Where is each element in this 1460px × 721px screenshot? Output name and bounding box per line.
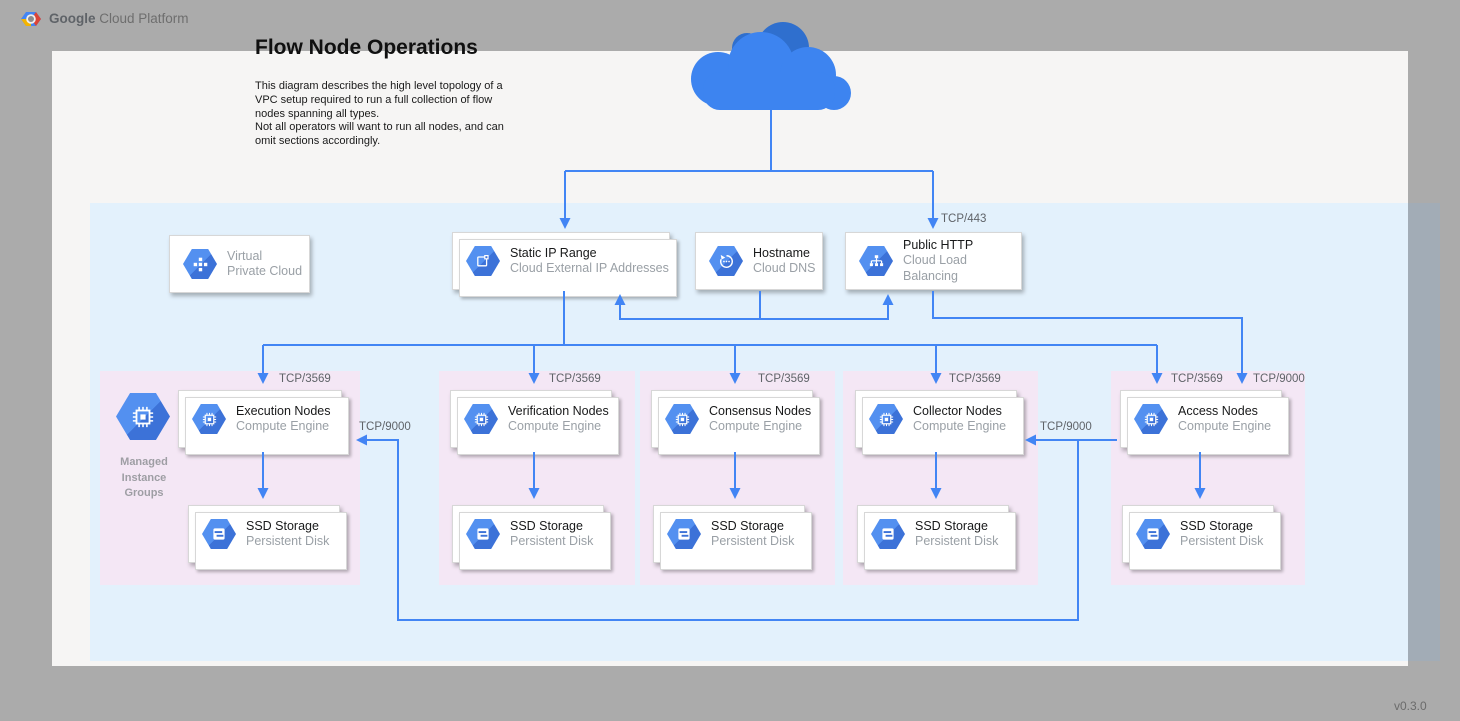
consensus-nodes-title: Consensus Nodes (709, 404, 811, 420)
access-nodes-title: Access Nodes (1178, 404, 1271, 420)
port-label-execution-3569: TCP/3569 (279, 373, 331, 385)
collector-ssd-card: SSD Storage Persistent Disk (857, 505, 1009, 563)
consensus-nodes-group: Consensus Nodes Compute Engine SSD Stora… (640, 371, 835, 585)
consensus-ssd-subtitle: Persistent Disk (711, 534, 794, 550)
access-nodes-subtitle: Compute Engine (1178, 419, 1271, 435)
verification-ssd-title: SSD Storage (510, 519, 593, 535)
vpc-icon (183, 249, 217, 279)
collector-nodes-group: Collector Nodes Compute Engine SSD Stora… (843, 371, 1038, 585)
hostname-subtitle: Cloud DNS (753, 261, 816, 277)
collector-nodes-title: Collector Nodes (913, 404, 1006, 420)
consensus-nodes-card: Consensus Nodes Compute Engine (651, 390, 813, 448)
consensus-nodes-subtitle: Compute Engine (709, 419, 811, 435)
verification-nodes-subtitle: Compute Engine (508, 419, 609, 435)
static-ip-title: Static IP Range (510, 246, 669, 262)
consensus-ssd-card: SSD Storage Persistent Disk (653, 505, 805, 563)
load-balancing-icon (859, 246, 893, 276)
public-http-subtitle: Cloud Load Balancing (903, 253, 1021, 284)
execution-ssd-card: SSD Storage Persistent Disk (188, 505, 340, 563)
vpc-card-label: Virtual Private Cloud (227, 249, 302, 280)
collector-ssd-title: SSD Storage (915, 519, 998, 535)
port-label-collector-3569: TCP/3569 (949, 373, 1001, 385)
hostname-card: Hostname Cloud DNS (695, 232, 823, 290)
page-title: Flow Node Operations (255, 36, 478, 60)
port-label-consensus-3569: TCP/3569 (758, 373, 810, 385)
port-label-verification-3569: TCP/3569 (549, 373, 601, 385)
execution-nodes-group: Managed Instance Groups Execution Nodes … (100, 371, 360, 585)
port-label-tcp443: TCP/443 (941, 213, 986, 225)
vpc-panel-overflow-strip (1408, 203, 1440, 661)
execution-ssd-title: SSD Storage (246, 519, 329, 535)
port-label-execution-link-9000: TCP/9000 (359, 421, 411, 433)
persistent-disk-icon (667, 519, 701, 549)
access-ssd-subtitle: Persistent Disk (1180, 534, 1263, 550)
gcp-logo-icon (21, 9, 41, 29)
persistent-disk-icon (1136, 519, 1170, 549)
persistent-disk-icon (202, 519, 236, 549)
execution-nodes-title: Execution Nodes (236, 404, 331, 420)
access-nodes-group: Access Nodes Compute Engine SSD Storage … (1111, 371, 1305, 585)
public-http-card: Public HTTP Cloud Load Balancing (845, 232, 1022, 290)
logo-word-cloud-platform: Cloud Platform (99, 11, 188, 26)
port-label-access-3569: TCP/3569 (1171, 373, 1223, 385)
port-label-collector-link-9000: TCP/9000 (1040, 421, 1092, 433)
collector-nodes-card: Collector Nodes Compute Engine (855, 390, 1017, 448)
static-ip-subtitle: Cloud External IP Addresses (510, 261, 669, 277)
external-ip-icon (466, 246, 500, 276)
static-ip-range-card: Static IP Range Cloud External IP Addres… (452, 232, 670, 290)
port-label-access-9000: TCP/9000 (1253, 373, 1305, 385)
collector-nodes-subtitle: Compute Engine (913, 419, 1006, 435)
diagram-page: { "header": { "logo_primary": "Google", … (0, 0, 1460, 721)
execution-nodes-subtitle: Compute Engine (236, 419, 331, 435)
compute-engine-icon (1134, 404, 1168, 434)
managed-instance-groups-label: Managed Instance Groups (100, 455, 188, 502)
verification-ssd-card: SSD Storage Persistent Disk (452, 505, 604, 563)
managed-instance-group-icon (116, 393, 170, 440)
verification-nodes-group: Verification Nodes Compute Engine SSD St… (439, 371, 635, 585)
version-label: v0.3.0 (1394, 699, 1427, 713)
verification-nodes-title: Verification Nodes (508, 404, 609, 420)
compute-engine-icon (464, 404, 498, 434)
verification-nodes-card: Verification Nodes Compute Engine (450, 390, 612, 448)
logo-word-google: Google (49, 11, 96, 26)
access-ssd-title: SSD Storage (1180, 519, 1263, 535)
hostname-title: Hostname (753, 246, 816, 262)
access-nodes-card: Access Nodes Compute Engine (1120, 390, 1282, 448)
execution-ssd-subtitle: Persistent Disk (246, 534, 329, 550)
persistent-disk-icon (466, 519, 500, 549)
cloud-dns-icon (709, 246, 743, 276)
persistent-disk-icon (871, 519, 905, 549)
cloud-icon (681, 20, 861, 112)
compute-engine-icon (192, 404, 226, 434)
consensus-ssd-title: SSD Storage (711, 519, 794, 535)
public-http-title: Public HTTP (903, 238, 1021, 254)
page-description: This diagram describes the high level to… (255, 80, 540, 149)
compute-engine-icon (665, 404, 699, 434)
gcp-logo-text: Google Cloud Platform (49, 11, 189, 26)
access-ssd-card: SSD Storage Persistent Disk (1122, 505, 1274, 563)
execution-nodes-card: Execution Nodes Compute Engine (178, 390, 342, 448)
collector-ssd-subtitle: Persistent Disk (915, 534, 998, 550)
verification-ssd-subtitle: Persistent Disk (510, 534, 593, 550)
compute-engine-icon (869, 404, 903, 434)
virtual-private-cloud-card: Virtual Private Cloud (169, 235, 310, 293)
